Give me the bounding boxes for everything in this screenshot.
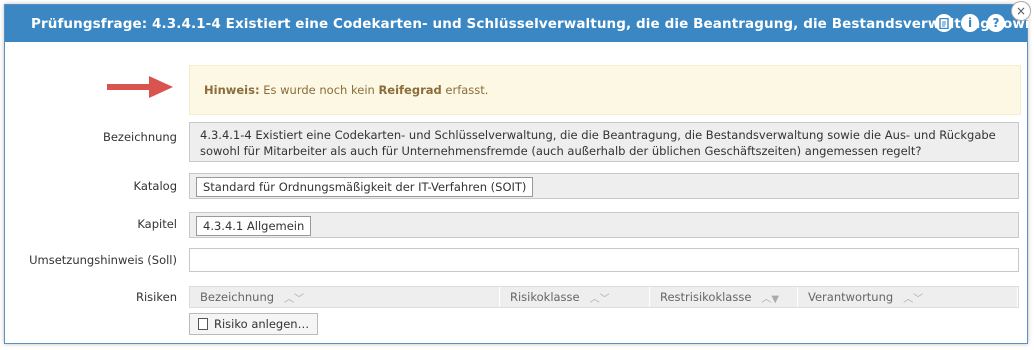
risiko-anlegen-button[interactable]: Risiko anlegen… xyxy=(189,313,319,335)
bezeichnung-label: Bezeichnung xyxy=(102,130,177,144)
arrow-pointer-icon xyxy=(107,76,173,98)
column-restrisikoklasse[interactable]: Restrisikoklasse ︿▼ xyxy=(650,287,798,307)
risiken-table-header: Bezeichnung ︿﹀ Risikoklasse ︿﹀ Restrisikok… xyxy=(189,286,1019,308)
dialog-content: Hinweis: Es wurde noch kein Reifegrad er… xyxy=(5,42,1027,343)
katalog-tag[interactable]: Standard für Ordnungsmäßigkeit der IT-Ve… xyxy=(196,177,534,197)
help-icon[interactable]: ? xyxy=(987,14,1005,32)
pdf-icon[interactable] xyxy=(935,14,953,32)
column-risikoklasse[interactable]: Risikoklasse ︿﹀ xyxy=(500,287,650,307)
sort-desc-icon: ︿▼ xyxy=(761,293,780,305)
column-bezeichnung[interactable]: Bezeichnung ︿﹀ xyxy=(190,287,500,307)
column-bezeichnung-label: Bezeichnung xyxy=(200,290,275,304)
kapitel-field: 4.3.4.1 Allgemein xyxy=(189,212,1019,238)
risiken-label: Risiken xyxy=(136,290,177,304)
hint-text-after: erfasst. xyxy=(441,83,489,97)
umsetzungshinweis-label: Umsetzungshinweis (Soll) xyxy=(29,253,177,267)
info-icon[interactable]: i xyxy=(961,14,979,32)
column-verantwortung[interactable]: Verantwortung ︿﹀ xyxy=(798,287,1018,307)
hint-prefix: Hinweis: xyxy=(204,83,260,97)
hint-box: Hinweis: Es wurde noch kein Reifegrad er… xyxy=(189,65,1021,115)
dialog-title: Prüfungsfrage: 4.3.4.1-4 Existiert eine … xyxy=(31,15,1034,32)
katalog-label: Katalog xyxy=(133,179,177,193)
katalog-field: Standard für Ordnungsmäßigkeit der IT-Ve… xyxy=(189,173,1019,199)
sort-icon: ︿﹀ xyxy=(589,293,610,305)
column-risikoklasse-label: Risikoklasse xyxy=(510,290,580,304)
hint-text-before: Es wurde noch kein xyxy=(259,83,379,97)
dialog-titlebar: Prüfungsfrage: 4.3.4.1-4 Existiert eine … xyxy=(5,1,1034,42)
close-icon[interactable]: × xyxy=(1011,1,1031,21)
document-icon xyxy=(198,318,208,330)
kapitel-label: Kapitel xyxy=(137,217,177,231)
hint-bold-word: Reifegrad xyxy=(378,83,442,97)
column-restrisikoklasse-label: Restrisikoklasse xyxy=(660,290,752,304)
column-verantwortung-label: Verantwortung xyxy=(808,290,894,304)
risiko-anlegen-label: Risiko anlegen… xyxy=(214,317,310,331)
sort-icon: ︿﹀ xyxy=(284,293,305,305)
kapitel-tag[interactable]: 4.3.4.1 Allgemein xyxy=(196,216,312,236)
dialog-window: Prüfungsfrage: 4.3.4.1-4 Existiert eine … xyxy=(4,1,1034,344)
sort-icon: ︿﹀ xyxy=(903,293,924,305)
umsetzungshinweis-input[interactable] xyxy=(189,248,1019,272)
bezeichnung-field: 4.3.4.1-4 Existiert eine Codekarten- und… xyxy=(189,122,1019,162)
